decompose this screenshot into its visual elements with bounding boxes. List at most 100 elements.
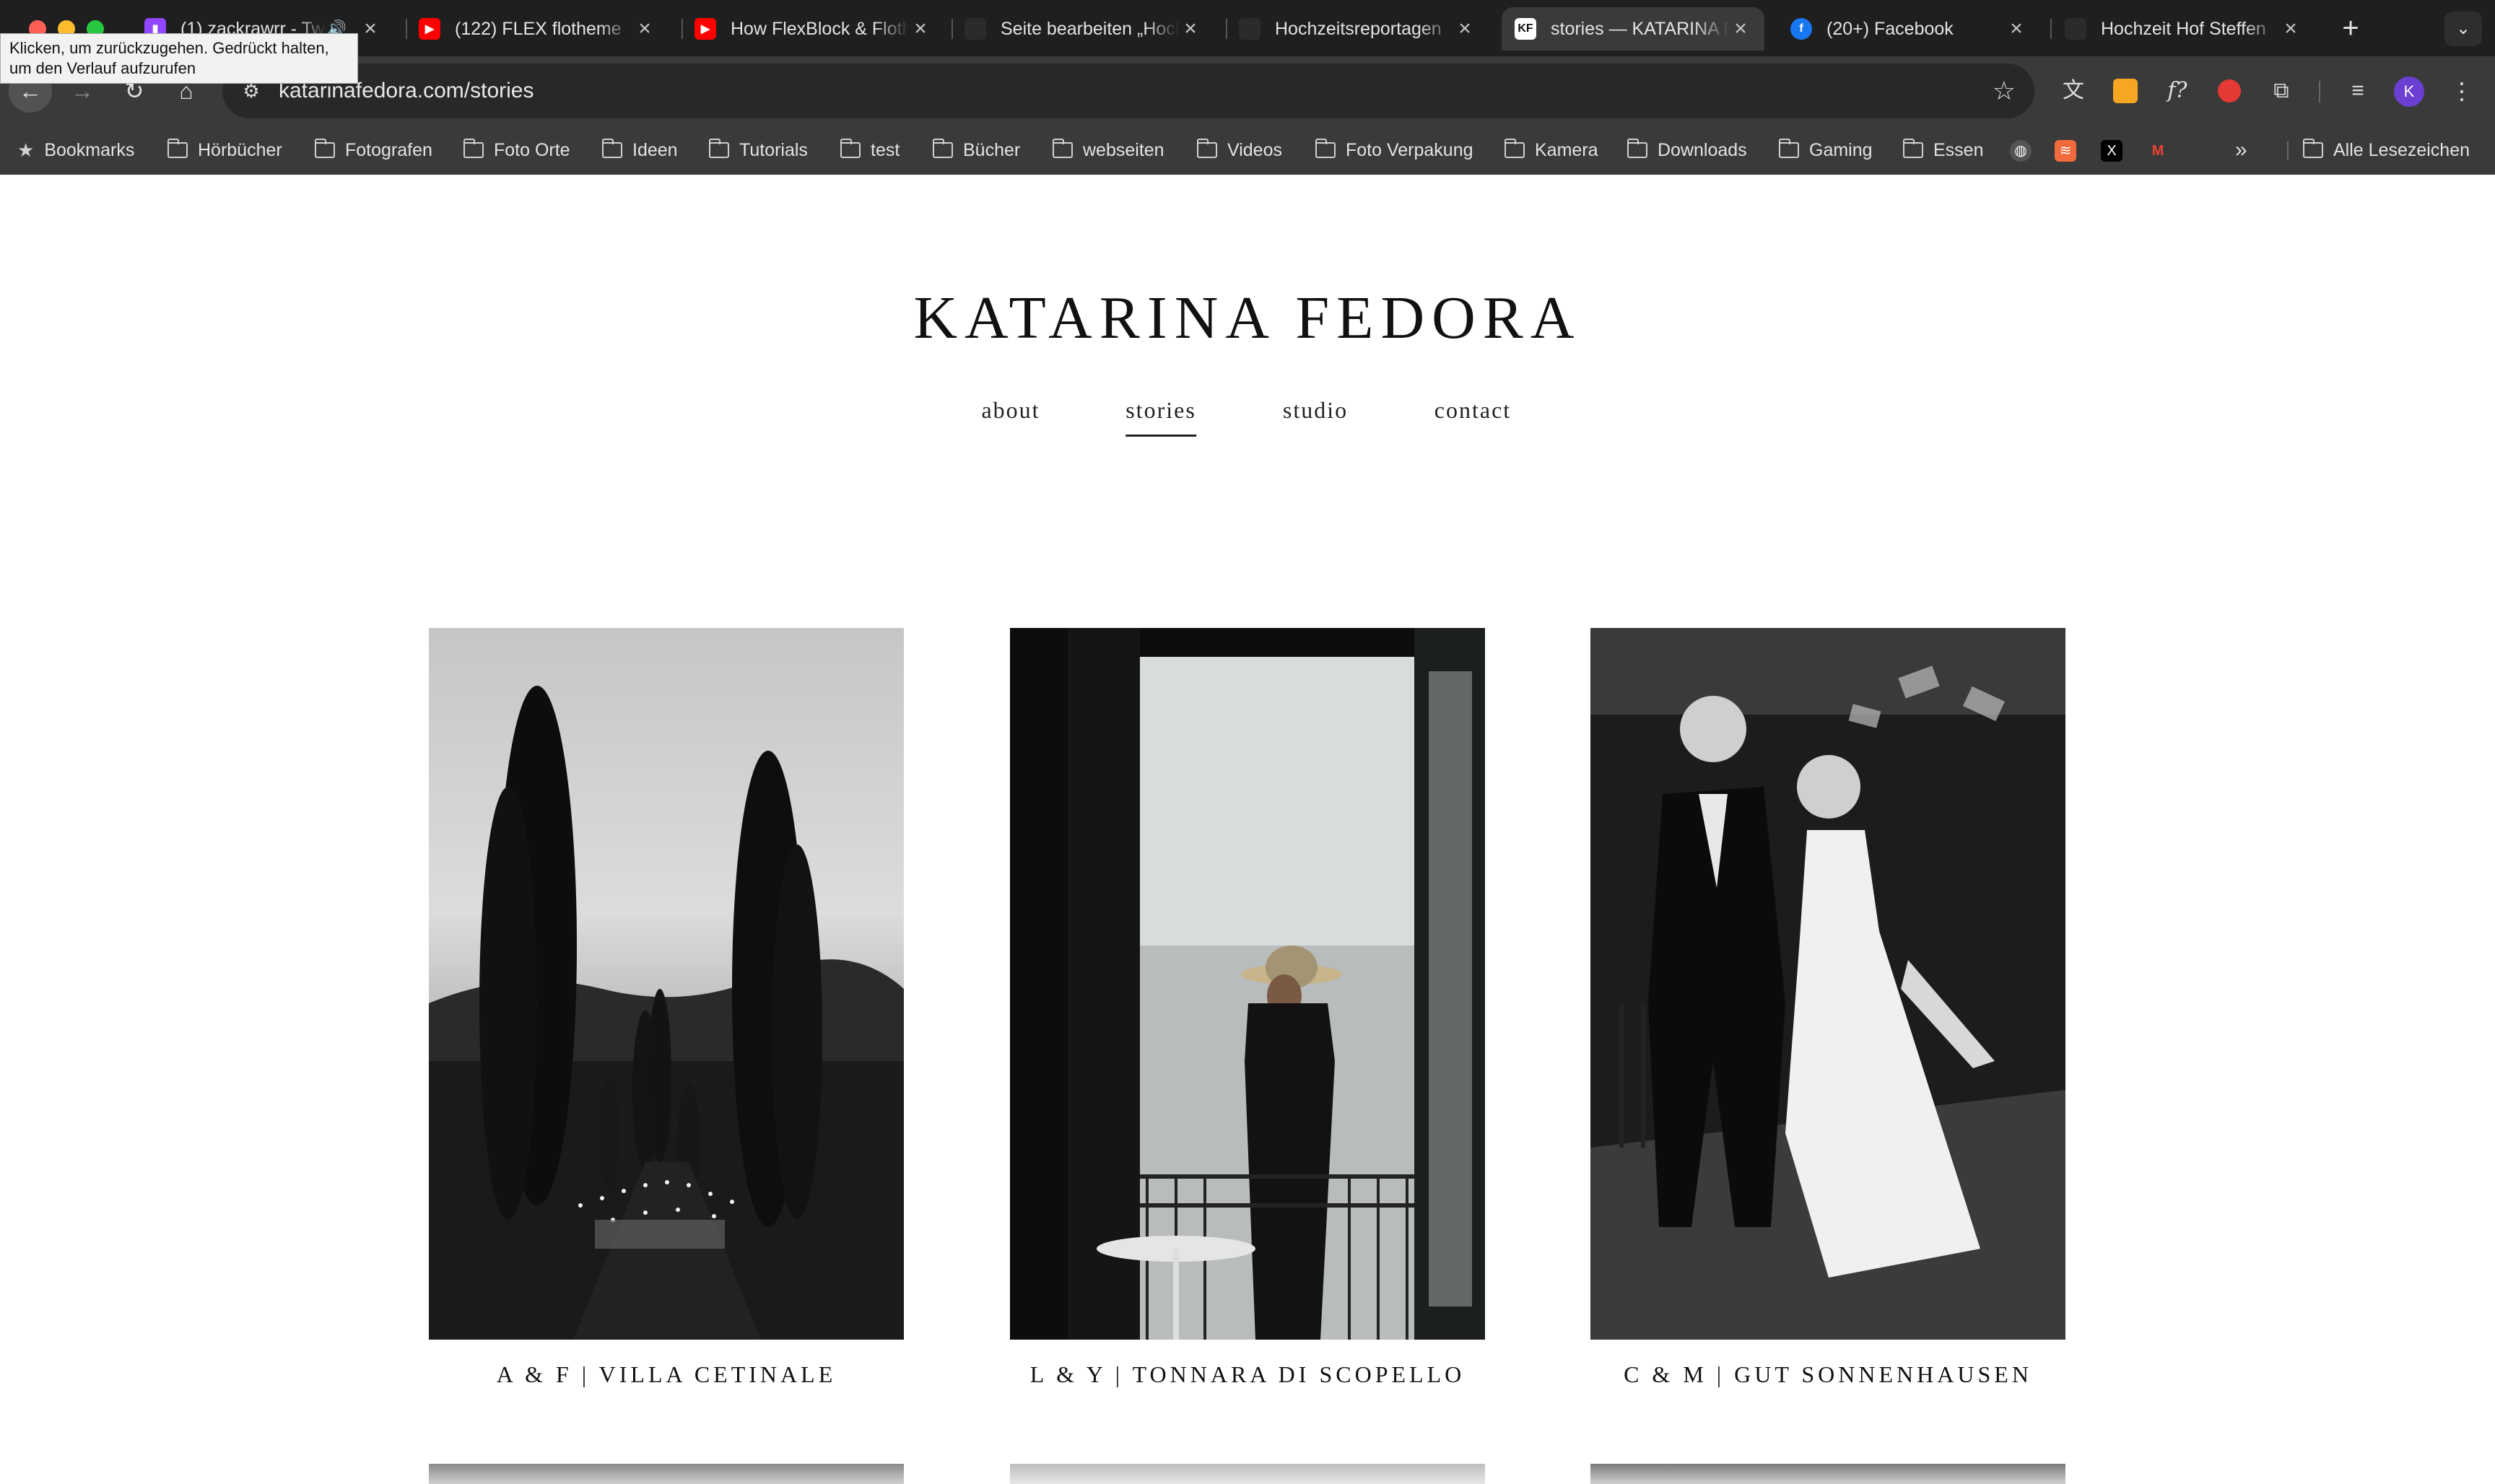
folder-icon [2303,139,2323,158]
tab-facebook[interactable]: f (20+) Facebook × [1777,7,2040,51]
folder-icon [1053,139,1073,158]
bookmark-folder-gaming[interactable]: Gaming [1779,134,1873,166]
folder-icon [1627,139,1647,158]
folder-icon [463,139,484,158]
browser-chrome: ▮ (1) zackrawrr - Twitch 🔊 × ▶ (122) FLE… [0,0,2495,175]
bookmark-folder-ideen[interactable]: Ideen [602,134,678,166]
nav-about[interactable]: about [981,397,1040,424]
tab-strip: ▮ (1) zackrawrr - Twitch 🔊 × ▶ (122) FLE… [0,0,2495,56]
story-caption[interactable]: C & M | GUT SONNENHAUSEN [1547,1361,2109,1388]
nav-stories[interactable]: stories [1125,397,1196,437]
site-nav: about stories studio contact [0,397,2495,440]
story-caption[interactable]: L & Y | TONNARA DI SCOPELLO [967,1361,1528,1388]
bookmark-folder-downloads[interactable]: Downloads [1627,134,1747,166]
bookmark-star-icon[interactable]: ☆ [1993,77,2016,105]
folder-icon [840,139,861,158]
bookmark-folder-essen[interactable]: Essen [1903,134,1983,166]
story-image-tonnara-di-scopello[interactable] [1010,628,1485,1340]
close-tab-icon[interactable]: × [360,18,381,40]
tab-stories-katarina-fedora[interactable]: KF stories — KATARINA FEDORA × [1502,7,1764,51]
website-page: KATARINA FEDORA about stories studio con… [0,175,2495,1484]
close-tab-icon[interactable]: × [2280,18,2302,40]
tab-title: (20+) Facebook [1826,18,1954,39]
translate-extension-icon[interactable]: 文 [2055,72,2092,110]
bookmark-folder-foto-verpakung[interactable]: Foto Verpakung [1315,134,1473,166]
toolbar: ← → ↻ ⌂ ⚙ katarinafedora.com/stories ☆ 文… [0,56,2495,126]
analytics-extension-icon[interactable] [2107,72,2144,110]
kf-icon: KF [1515,18,1536,40]
story-image-villa-cetinale[interactable] [429,628,904,1340]
tab-search-chevron-icon[interactable]: ⌄ [2444,12,2482,46]
back-button-tooltip: Klicken, um zurückzugehen. Gedrückt halt… [0,33,358,84]
story-image-next[interactable] [1590,1464,2065,1484]
bookmark-folder-foto-orte[interactable]: Foto Orte [463,134,570,166]
site-icon [2065,18,2086,40]
nav-studio[interactable]: studio [1283,397,1348,424]
close-tab-icon[interactable]: × [1730,18,1751,40]
bookmark-folder-fotografen[interactable]: Fotografen [315,134,432,166]
tab-title: (122) FLEX flotheme [455,18,622,39]
story-card[interactable]: L & Y | TONNARA DI SCOPELLO [1010,628,1485,1387]
tab-title: How FlexBlock & Flothemes [731,18,910,39]
close-tab-icon[interactable]: × [1180,18,1201,40]
profile-avatar[interactable]: K [2394,77,2424,107]
x-bookmark-icon[interactable]: X [2101,140,2122,162]
close-tab-icon[interactable]: × [1454,18,1476,40]
youtube-icon: ▶ [419,18,440,40]
font-extension-icon[interactable]: f? [2159,72,2196,110]
tab-seite-bearbeiten[interactable]: Seite bearbeiten „Hochzeit × [952,7,1214,51]
youtube-icon: ▶ [694,18,716,40]
bookmark-folder-buecher[interactable]: Bücher [933,134,1020,166]
folder-icon [709,139,729,158]
folder-icon [1779,139,1799,158]
bookmark-folder-kamera[interactable]: Kamera [1505,134,1598,166]
red-extension-icon[interactable] [2211,72,2248,110]
story-image-next[interactable] [429,1464,904,1484]
more-bookmarks-icon[interactable]: » [2235,134,2247,166]
bookmark-bookmarks[interactable]: ★ Bookmarks [17,134,134,166]
menu-kebab-icon[interactable]: ⋮ [2447,72,2476,110]
close-tab-icon[interactable]: × [634,18,656,40]
reading-list-icon[interactable]: ≡ [2339,72,2377,110]
bookmark-all-bookmarks[interactable]: Alle Lesezeichen [2303,134,2470,166]
close-tab-icon[interactable]: × [910,18,931,40]
story-card[interactable]: A & F | VILLA CETINALE [429,628,904,1387]
folder-icon [167,139,188,158]
story-card[interactable]: C & M | GUT SONNENHAUSEN [1590,628,2065,1387]
bookmark-folder-webseiten[interactable]: webseiten [1053,134,1164,166]
nav-contact[interactable]: contact [1434,397,1511,424]
site-title[interactable]: KATARINA FEDORA [0,283,2495,353]
bookmark-folder-videos[interactable]: Videos [1197,134,1282,166]
stack-bookmark-icon[interactable]: ≋ [2055,140,2076,162]
folder-icon [1505,139,1525,158]
close-tab-icon[interactable]: × [2006,18,2027,40]
globe-bookmark-icon[interactable]: ◍ [2010,140,2032,162]
tab-hochzeitsreportagen[interactable]: Hochzeitsreportagen × [1226,7,1489,51]
extensions-puzzle-icon[interactable]: ⧉ [2263,72,2300,110]
folder-icon [933,139,953,158]
bookmark-folder-hoerbuecher[interactable]: Hörbücher [167,134,282,166]
bookmark-folder-tutorials[interactable]: Tutorials [709,134,808,166]
tab-flex-flotheme[interactable]: ▶ (122) FLEX flotheme × [406,7,669,51]
tab-hochzeit-hof-steffen[interactable]: Hochzeit Hof Steffen × [2052,7,2315,51]
folder-icon [315,139,335,158]
facebook-icon: f [1790,18,1812,40]
story-image-next[interactable] [1010,1464,1485,1484]
gmail-bookmark-icon[interactable]: M [2147,140,2169,162]
folder-icon [1315,139,1336,158]
folder-icon [1197,139,1217,158]
address-bar[interactable]: ⚙ katarinafedora.com/stories ☆ [222,64,2034,118]
tab-title: stories — KATARINA FEDORA [1551,18,1730,39]
folder-icon [1903,139,1923,158]
new-tab-button[interactable]: + [2333,12,2368,46]
tab-flexblock[interactable]: ▶ How FlexBlock & Flothemes × [682,7,944,51]
tab-title: Hochzeit Hof Steffen [2101,18,2266,39]
bookmark-folder-test[interactable]: test [840,134,900,166]
story-image-gut-sonnenhausen[interactable] [1590,628,2065,1340]
story-caption[interactable]: A & F | VILLA CETINALE [386,1361,947,1388]
wordpress-icon [965,18,986,40]
star-icon: ★ [17,139,35,161]
folder-icon [602,139,622,158]
site-icon [1239,18,1260,40]
tab-title: Seite bearbeiten „Hochzeit [1001,18,1180,39]
